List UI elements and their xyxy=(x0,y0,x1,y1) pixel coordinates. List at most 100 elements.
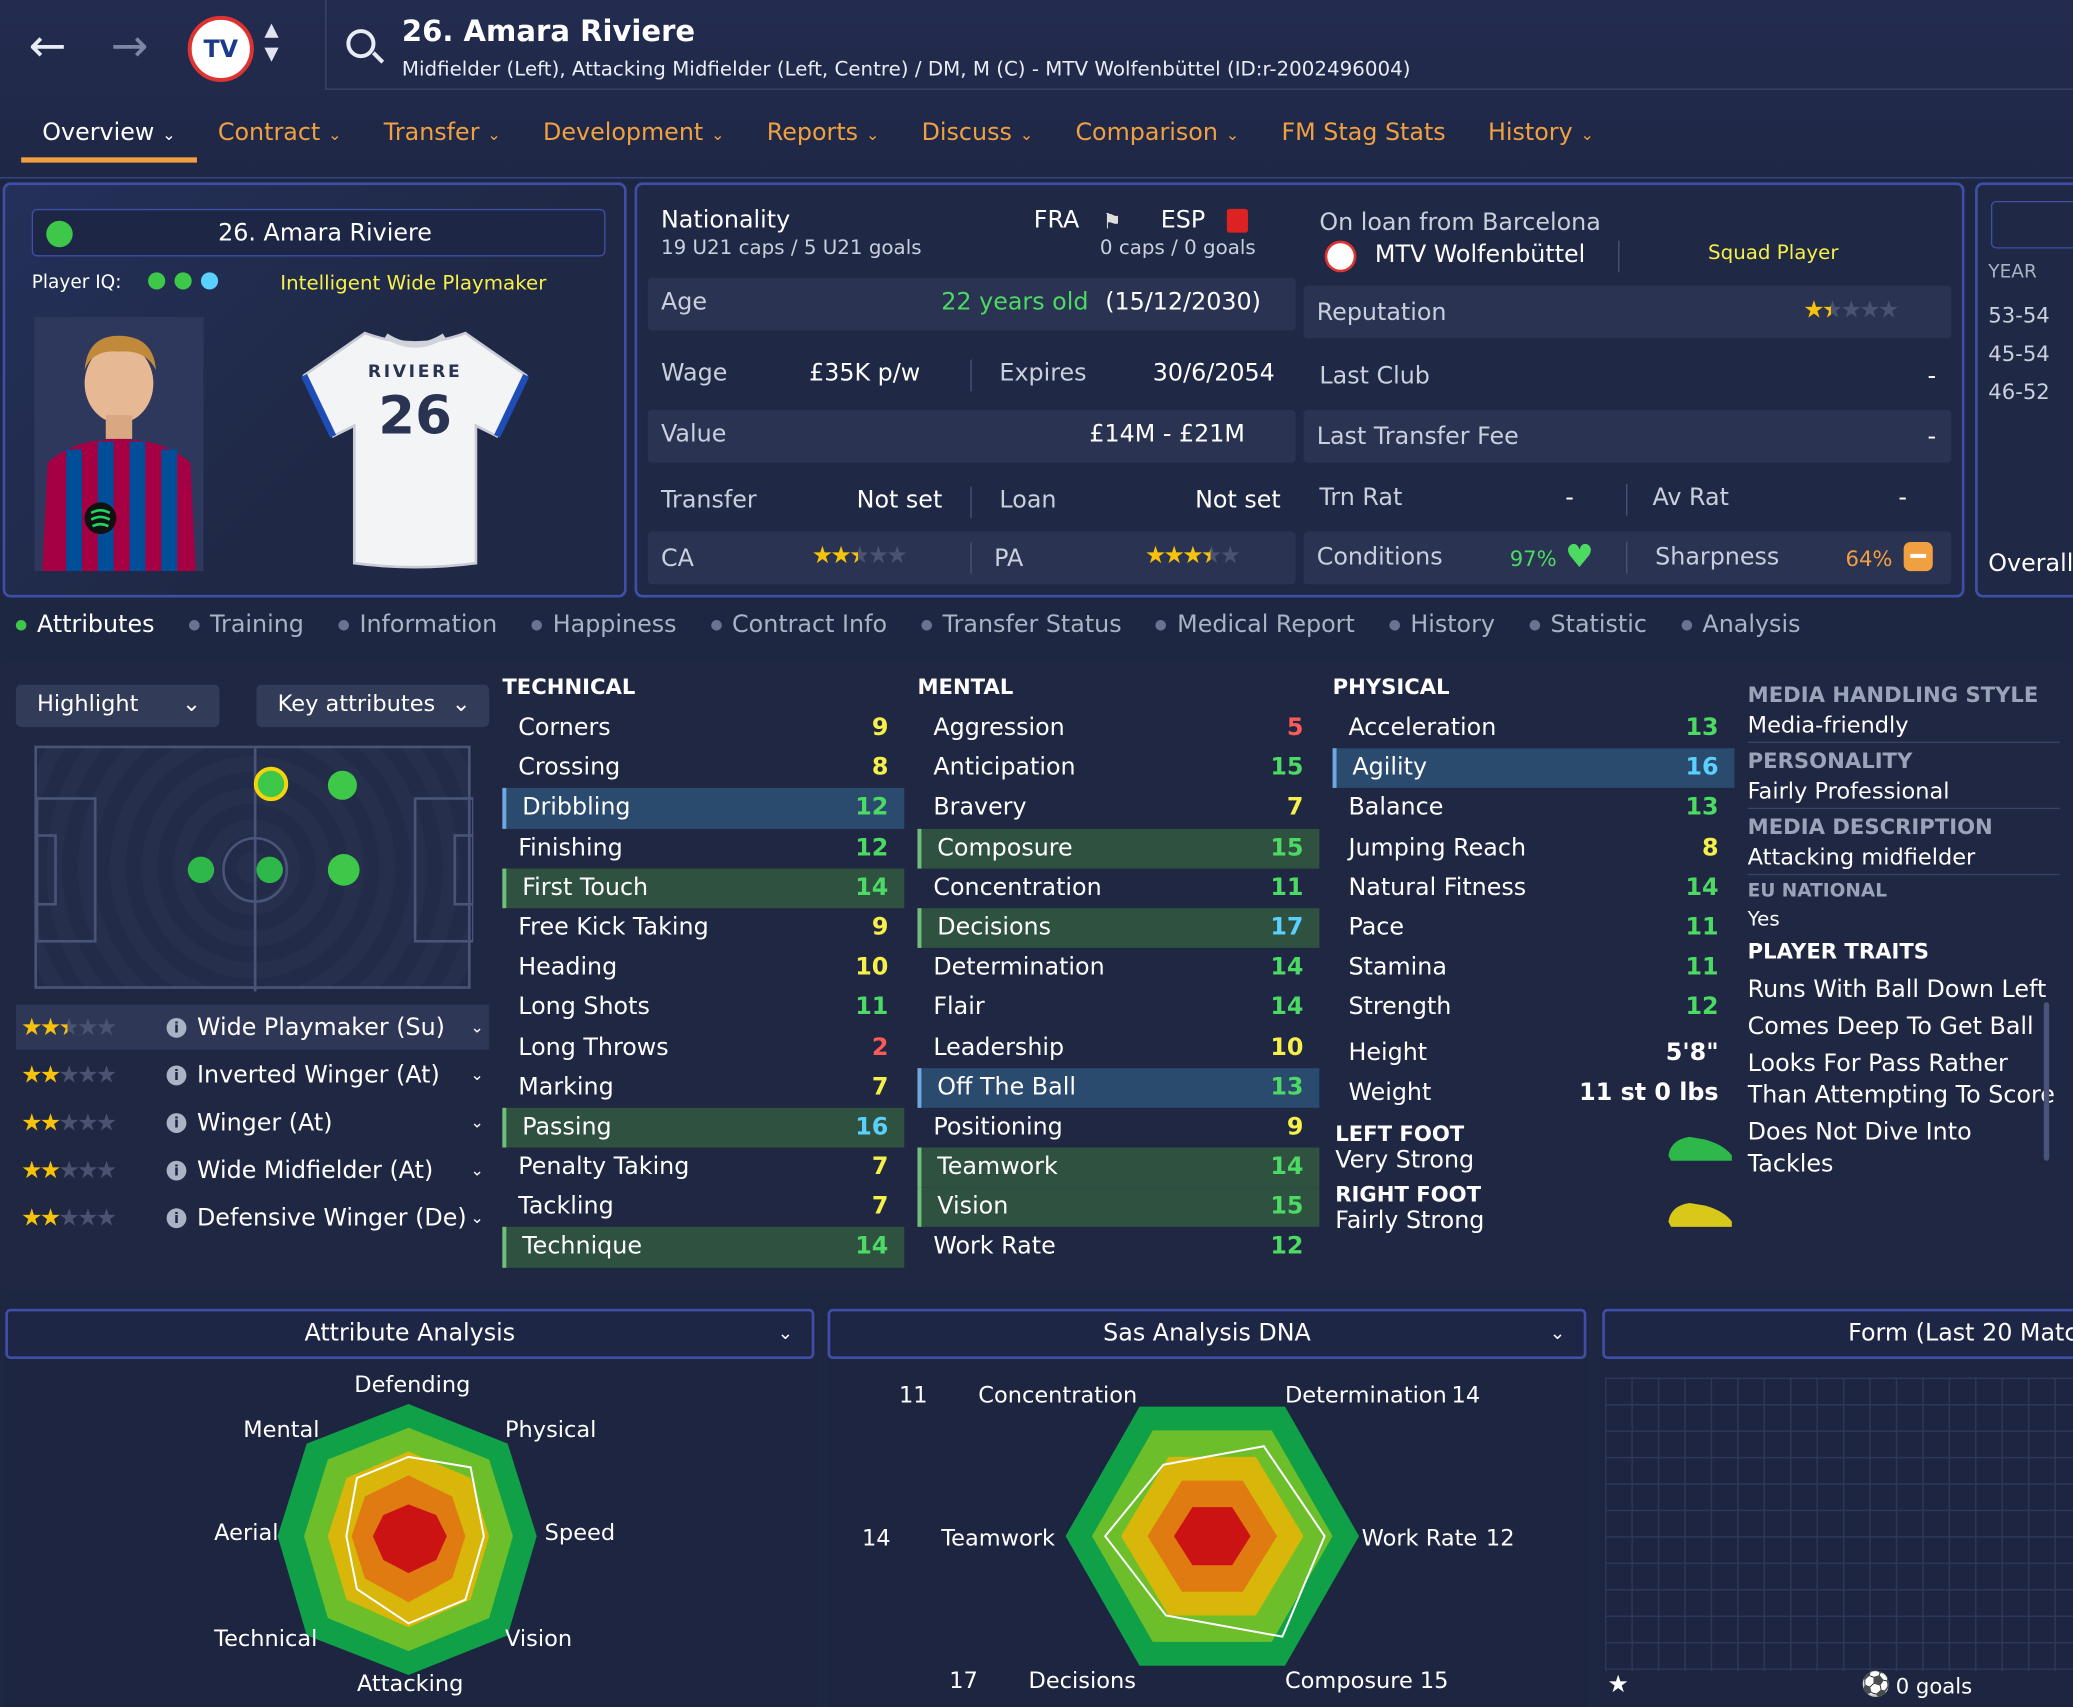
tab-fm-stag-stats[interactable]: FM Stag Stats xyxy=(1260,114,1467,163)
role-row[interactable]: ★★★★★ i Inverted Winger (At) ⌄ xyxy=(16,1052,489,1097)
subtab-training[interactable]: Training xyxy=(188,611,304,651)
position-marker-mc[interactable] xyxy=(256,856,283,884)
attribute-row[interactable]: Marking 7 xyxy=(502,1068,904,1108)
chevron-down-icon[interactable]: ⌄ xyxy=(471,1113,484,1132)
attribute-row[interactable]: Vision 15 xyxy=(917,1187,1320,1228)
chevron-down-icon[interactable]: ⌄ xyxy=(471,1066,484,1085)
attribute-row[interactable]: Decisions 17 xyxy=(917,908,1320,949)
attribute-row[interactable]: Leadership 10 xyxy=(917,1028,1319,1068)
attribute-row[interactable]: Pace 11 xyxy=(1333,908,1735,948)
attribute-row[interactable]: Agility 16 xyxy=(1332,748,1735,789)
form-dropdown[interactable]: Form (Last 20 Match xyxy=(1602,1308,2073,1360)
position-marker-dm[interactable] xyxy=(187,856,215,884)
attribute-row[interactable]: First Touch 14 xyxy=(502,868,905,909)
subtab-happiness[interactable]: Happiness xyxy=(531,611,677,651)
highlight-dropdown[interactable]: Highlight ⌄ xyxy=(15,684,220,728)
attribute-row[interactable]: Concentration 11 xyxy=(917,868,1319,908)
search-icon[interactable] xyxy=(346,29,376,59)
tab-reports[interactable]: Reports ⌄ xyxy=(746,114,901,163)
tab-development[interactable]: Development ⌄ xyxy=(522,114,746,163)
position-marker-aml[interactable] xyxy=(253,766,289,802)
subtab-medical-report[interactable]: Medical Report xyxy=(1156,611,1355,651)
attribute-row[interactable]: Teamwork 14 xyxy=(917,1147,1320,1188)
attribute-value: 13 xyxy=(1685,793,1719,822)
attribute-row[interactable]: Bravery 7 xyxy=(917,788,1319,828)
tab-contract[interactable]: Contract ⌄ xyxy=(197,114,363,163)
history-dropdown[interactable] xyxy=(1990,200,2073,249)
chevron-down-icon[interactable]: ⌄ xyxy=(471,1161,484,1180)
key-attributes-dropdown[interactable]: Key attributes ⌄ xyxy=(256,684,490,728)
position-marker-ml[interactable] xyxy=(327,854,360,886)
info-icon[interactable]: i xyxy=(166,1207,187,1228)
info-icon[interactable]: i xyxy=(166,1160,187,1180)
club-badge[interactable]: TV xyxy=(187,15,254,82)
attribute-row[interactable]: Dribbling 12 xyxy=(502,788,905,829)
attribute-row[interactable]: Determination 14 xyxy=(917,948,1319,988)
tab-comparison[interactable]: Comparison ⌄ xyxy=(1054,114,1260,163)
role-row[interactable]: ★★★★★ i Winger (At) ⌄ xyxy=(16,1100,489,1145)
tab-transfer[interactable]: Transfer ⌄ xyxy=(363,114,522,163)
current-club[interactable]: MTV Wolfenbüttel xyxy=(1375,241,1585,269)
subtab-history[interactable]: History xyxy=(1389,611,1495,651)
info-icon[interactable]: i xyxy=(166,1017,187,1038)
attribute-row[interactable]: Off The Ball 13 xyxy=(917,1067,1320,1108)
attribute-row[interactable]: Corners 9 xyxy=(502,709,904,749)
attribute-row[interactable]: Crossing 8 xyxy=(502,748,904,788)
back-arrow-icon[interactable]: ← xyxy=(21,24,74,69)
chevron-down-icon[interactable]: ⌄ xyxy=(471,1018,484,1037)
tab-overview[interactable]: Overview ⌄ xyxy=(21,114,197,163)
subtab-transfer-status[interactable]: Transfer Status xyxy=(921,610,1122,651)
subtab-contract-info[interactable]: Contract Info xyxy=(710,611,887,651)
subtab-information[interactable]: Information xyxy=(338,611,497,651)
attribute-row[interactable]: Long Shots 11 xyxy=(502,988,904,1028)
role-row[interactable]: ★★★★★ i Wide Playmaker (Su) ⌄ xyxy=(15,1004,490,1050)
attribute-row[interactable]: Acceleration 13 xyxy=(1333,709,1735,749)
attribute-row[interactable]: Stamina 11 xyxy=(1333,948,1735,988)
attribute-row[interactable]: Jumping Reach 8 xyxy=(1333,828,1735,868)
attribute-row[interactable]: Technique 14 xyxy=(502,1227,905,1268)
role-row[interactable]: ★★★★★ i Wide Midfielder (At) ⌄ xyxy=(16,1147,489,1192)
subtab-analysis[interactable]: Analysis xyxy=(1681,611,1800,651)
attribute-row[interactable]: Positioning 9 xyxy=(917,1108,1319,1148)
chevron-down-icon: ⌄ xyxy=(865,125,880,145)
traits-scrollbar[interactable] xyxy=(2043,1002,2050,1161)
attribute-analysis-panel: Attribute Analysis ⌄ Defending Physical S… xyxy=(5,1306,817,1707)
subtab-statistic[interactable]: Statistic xyxy=(1529,611,1647,651)
loan-label: Loan xyxy=(999,486,1057,515)
forward-arrow-icon[interactable]: → xyxy=(103,24,156,69)
subtab-label: Transfer Status xyxy=(942,610,1122,639)
dna-value: 14 xyxy=(861,1525,891,1553)
attribute-row[interactable]: Anticipation 15 xyxy=(917,748,1319,788)
attribute-row[interactable]: Natural Fitness 14 xyxy=(1333,868,1735,908)
sub-tabs: Attributes Training Information Happiness Co… xyxy=(15,610,2073,651)
attribute-row[interactable]: Composure 15 xyxy=(917,828,1320,869)
subtab-label: Analysis xyxy=(1702,610,1801,639)
tab-history[interactable]: History ⌄ xyxy=(1467,114,1615,163)
loan-from-text[interactable]: On loan from Barcelona xyxy=(1319,209,1600,237)
subtab-attributes[interactable]: Attributes xyxy=(15,611,155,651)
tab-discuss[interactable]: Discuss ⌄ xyxy=(900,114,1054,163)
attribute-row[interactable]: Balance 13 xyxy=(1333,788,1735,828)
attribute-row[interactable]: Aggression 5 xyxy=(917,709,1319,749)
chevron-down-icon[interactable]: ⌄ xyxy=(471,1208,484,1227)
player-name-bar[interactable]: 26. Amara Riviere xyxy=(31,208,606,257)
role-row[interactable]: ★★★★★ i Defensive Winger (De) ⌄ xyxy=(16,1195,489,1240)
attribute-row[interactable]: Work Rate 12 xyxy=(917,1227,1319,1267)
position-marker-amc[interactable] xyxy=(327,770,357,800)
info-icon[interactable]: i xyxy=(166,1112,187,1133)
nationality-2[interactable]: ESP xyxy=(1161,206,1205,234)
attribute-row[interactable]: Penalty Taking 7 xyxy=(502,1148,904,1188)
attribute-row[interactable]: Passing 16 xyxy=(502,1107,905,1148)
sas-analysis-dropdown[interactable]: Sas Analysis DNA ⌄ xyxy=(827,1308,1587,1360)
attribute-analysis-dropdown[interactable]: Attribute Analysis ⌄ xyxy=(5,1308,815,1360)
attribute-row[interactable]: Free Kick Taking 9 xyxy=(502,908,904,948)
attribute-row[interactable]: Heading 10 xyxy=(502,948,904,988)
info-icon[interactable]: i xyxy=(166,1064,187,1085)
attribute-row[interactable]: Flair 14 xyxy=(917,988,1319,1028)
attribute-row[interactable]: Tackling 7 xyxy=(502,1187,904,1227)
attribute-row[interactable]: Finishing 12 xyxy=(502,828,904,868)
nationality-1[interactable]: FRA xyxy=(1034,206,1080,234)
attribute-row[interactable]: Long Throws 2 xyxy=(502,1028,904,1068)
attribute-row[interactable]: Strength 12 xyxy=(1333,988,1735,1028)
club-switcher-chevrons-icon[interactable]: ▲ ▼ xyxy=(264,19,278,67)
